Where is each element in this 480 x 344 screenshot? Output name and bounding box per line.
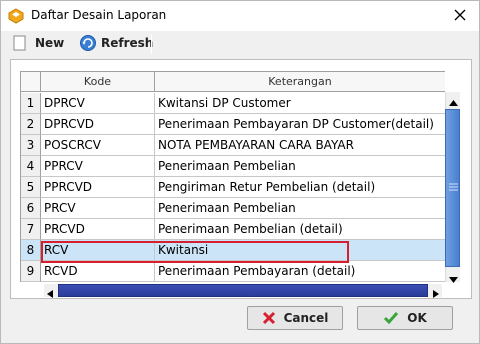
cell-kode[interactable]: POSCRCV [41, 135, 155, 156]
cell-kode[interactable]: PRCVD [41, 219, 155, 240]
cell-keterangan[interactable]: NOTA PEMBAYARAN CARA BAYAR [155, 135, 445, 156]
refresh-button-label: Refresh [101, 36, 154, 50]
cell-kode[interactable]: DPRCVD [41, 114, 155, 135]
scroll-up-arrow-icon[interactable] [449, 95, 458, 109]
row-number: 3 [21, 135, 41, 156]
scroll-left-arrow-icon[interactable] [47, 287, 53, 301]
row-number: 4 [21, 156, 41, 177]
cell-kode[interactable]: RCVD [41, 261, 155, 282]
cancel-button[interactable]: Cancel [247, 306, 343, 330]
selection-highlight-box [41, 241, 349, 263]
app-logo-icon [8, 8, 24, 24]
ok-button[interactable]: OK [357, 306, 453, 330]
checkmark-icon [383, 311, 399, 325]
new-button-label: New [35, 36, 65, 50]
cell-keterangan[interactable]: Penerimaan Pembelian (detail) [155, 219, 445, 240]
close-button[interactable] [441, 1, 479, 31]
cancel-button-label: Cancel [283, 311, 329, 325]
cancel-x-icon [262, 311, 276, 325]
cell-keterangan[interactable]: Penerimaan Pembelian [155, 198, 445, 219]
toolbar: New Refresh [1, 31, 479, 55]
vertical-scroll-thumb[interactable] [445, 109, 460, 267]
cell-kode[interactable]: PPRCV [41, 156, 155, 177]
cell-keterangan[interactable]: Penerimaan Pembelian [155, 156, 445, 177]
cell-keterangan[interactable]: Penerimaan Pembayaran DP Customer(detail… [155, 114, 445, 135]
cell-kode[interactable]: PPRCVD [41, 177, 155, 198]
row-number: 7 [21, 219, 41, 240]
new-document-icon [13, 35, 27, 51]
cell-keterangan[interactable]: Kwitansi DP Customer [155, 93, 445, 114]
horizontal-scroll-thumb[interactable] [58, 284, 428, 297]
row-number: 1 [21, 93, 41, 114]
scroll-right-arrow-icon[interactable] [433, 287, 439, 301]
grip-icon [449, 182, 458, 197]
window-title: Daftar Desain Laporan [31, 8, 167, 22]
row-number: 6 [21, 198, 41, 219]
ok-button-label: OK [407, 311, 427, 325]
cell-kode[interactable]: PRCV [41, 198, 155, 219]
cell-keterangan[interactable]: Penerimaan Pembayaran (detail) [155, 261, 445, 282]
cell-kode[interactable]: DPRCV [41, 93, 155, 114]
dialog-window: Daftar Desain Laporan New Refresh Kode K… [0, 0, 480, 344]
row-number: 5 [21, 177, 41, 198]
column-header-keterangan[interactable]: Keterangan [155, 72, 445, 92]
cell-keterangan[interactable]: Pengiriman Retur Pembelian (detail) [155, 177, 445, 198]
column-header-kode[interactable]: Kode [41, 72, 155, 92]
refresh-button[interactable]: Refresh [79, 33, 153, 53]
row-number: 9 [21, 261, 41, 282]
toolbar-separator [151, 34, 152, 54]
grid-header-corner [21, 72, 41, 92]
close-icon [454, 9, 466, 24]
new-button[interactable]: New [13, 33, 64, 53]
refresh-icon [79, 34, 97, 52]
title-bar: Daftar Desain Laporan [1, 1, 479, 31]
row-number: 8 [21, 240, 41, 261]
row-number: 2 [21, 114, 41, 135]
scroll-down-arrow-icon[interactable] [449, 272, 458, 286]
